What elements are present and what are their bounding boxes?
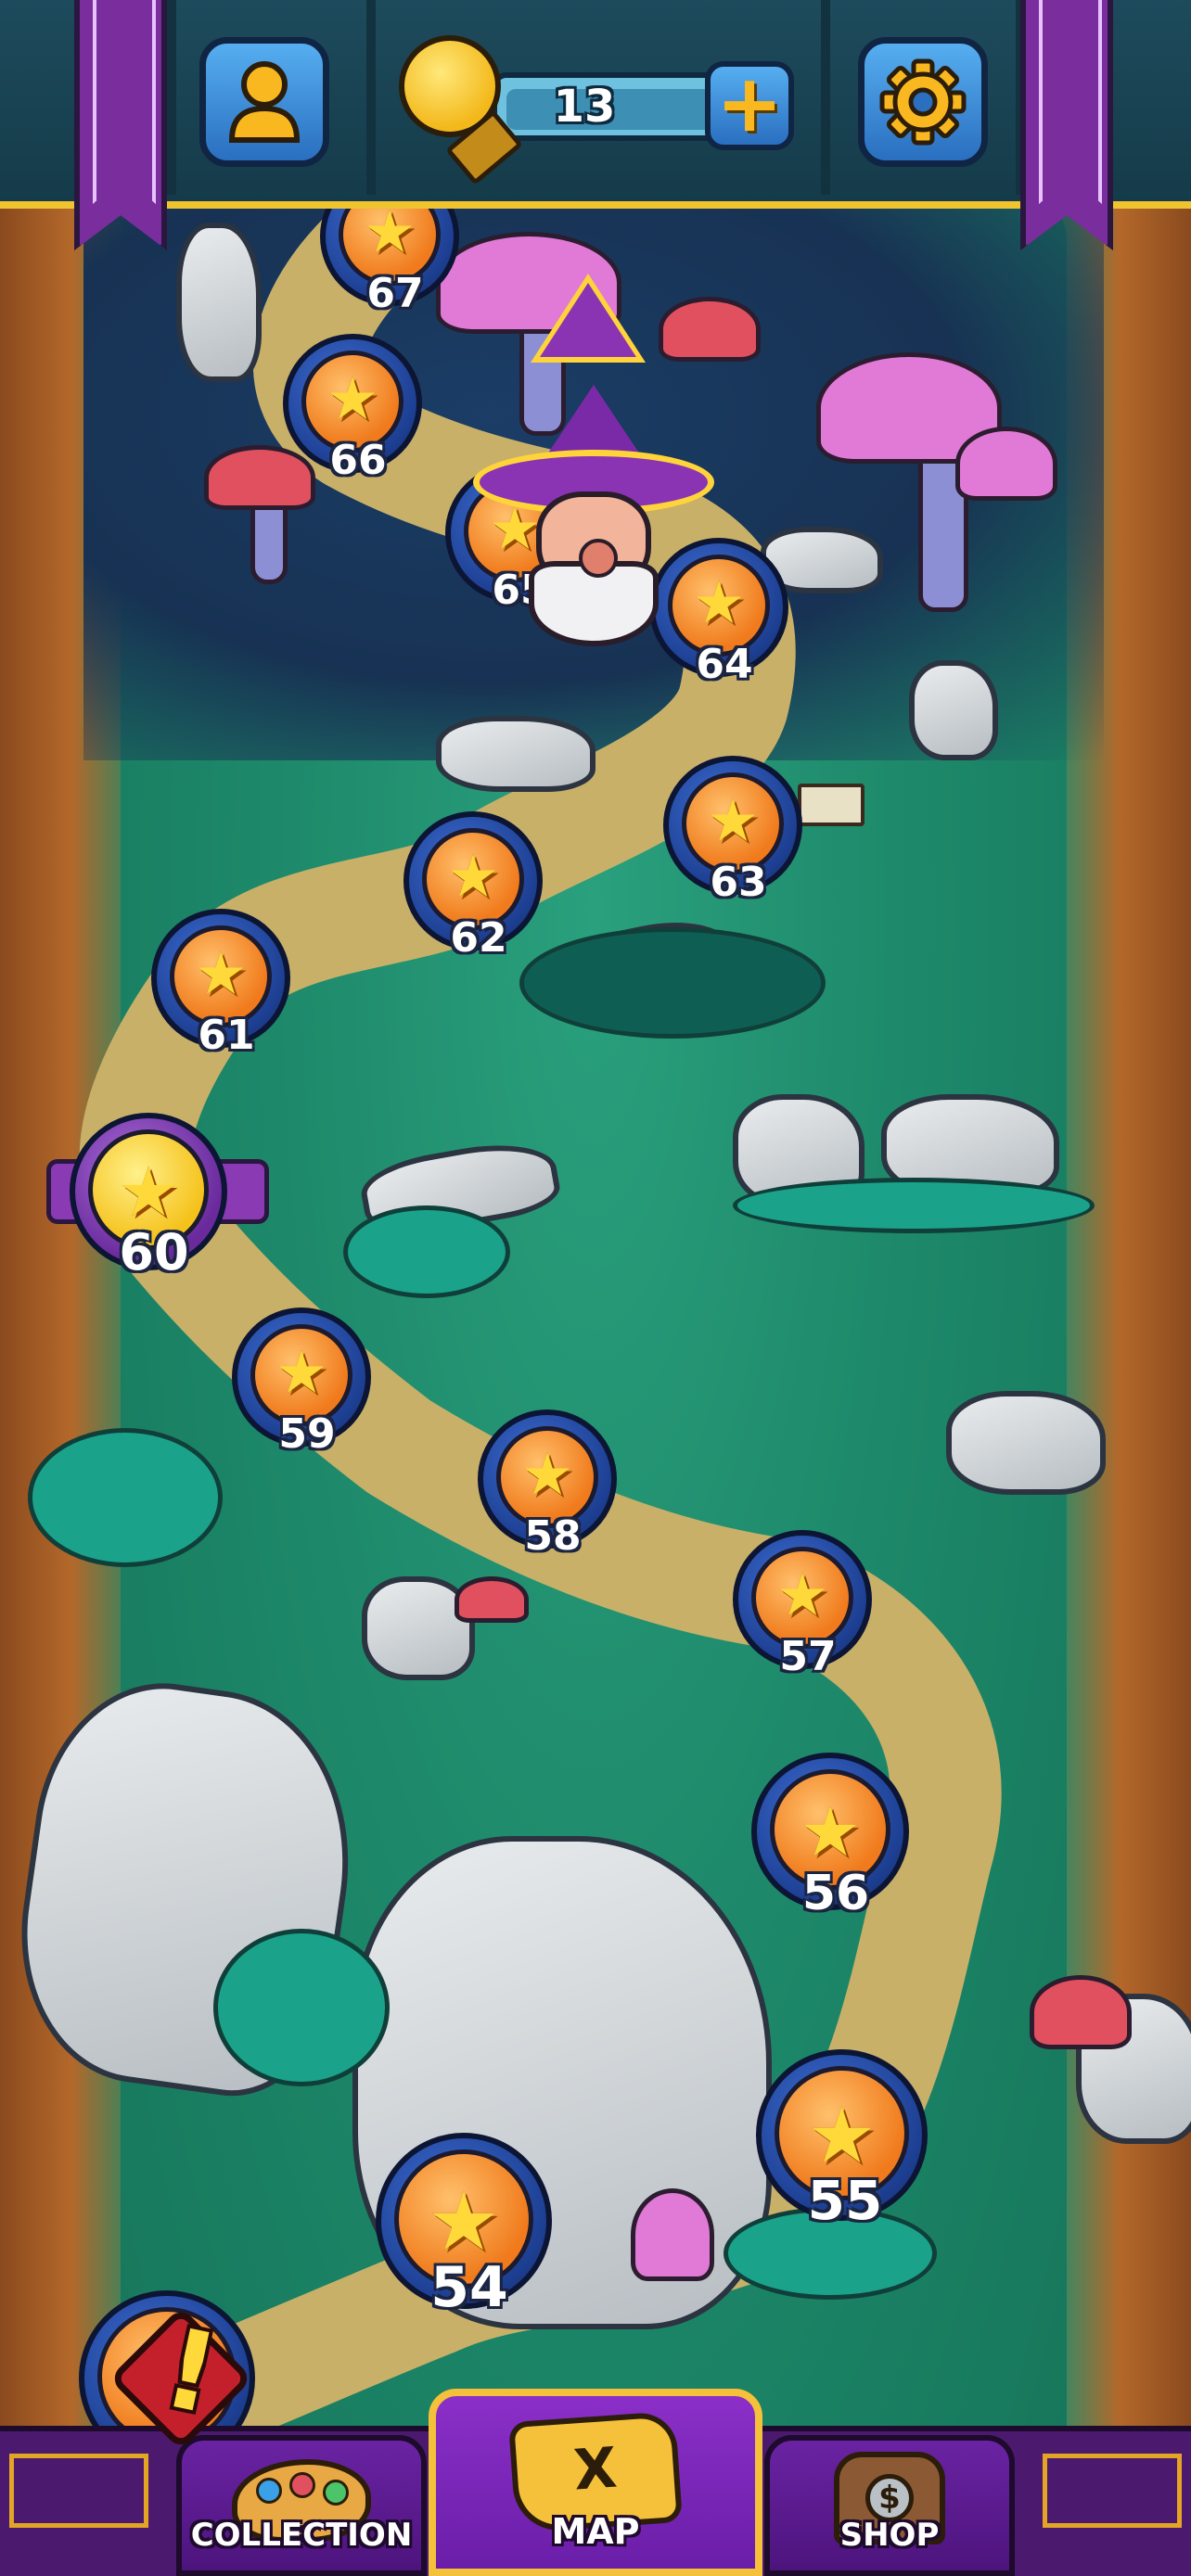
- topbar-divider: [167, 0, 176, 195]
- rock: [946, 1391, 1106, 1495]
- map-x-mark: X: [571, 2435, 620, 2504]
- star-icon: ★: [326, 365, 379, 434]
- mushroom-cap: [955, 427, 1057, 501]
- level-node-66[interactable]: ★ 66: [283, 334, 422, 484]
- rock: [909, 660, 998, 760]
- wizard-nose: [579, 539, 618, 578]
- star-icon: ★: [706, 787, 760, 856]
- level-number: 57: [779, 1633, 837, 1680]
- level-node-55[interactable]: ★ 55: [756, 2049, 928, 2232]
- level-number: 63: [710, 859, 767, 906]
- signpost: [798, 784, 864, 826]
- left-banner: [74, 0, 167, 250]
- level-number: 55: [807, 2169, 883, 2232]
- level-node-56[interactable]: ★ 56: [751, 1753, 909, 1921]
- star-icon: ★: [275, 1339, 328, 1408]
- level-number: 61: [198, 1012, 255, 1059]
- coin-lock: $: [865, 2474, 914, 2522]
- tab-collection[interactable]: COLLECTION: [176, 2435, 427, 2576]
- star-icon: ★: [520, 1441, 574, 1510]
- nav-right-frame: [1043, 2454, 1182, 2528]
- level-number: 66: [329, 437, 387, 484]
- level-node-62[interactable]: ★ 62: [403, 811, 543, 962]
- tab-shop[interactable]: $ SHOP: [764, 2435, 1015, 2576]
- profile-button[interactable]: [199, 37, 329, 167]
- bush: [213, 1929, 390, 2086]
- mushroom-cap: [631, 2188, 714, 2281]
- tab-label: COLLECTION: [190, 2517, 413, 2554]
- rock: [436, 716, 596, 792]
- star-icon: ★: [194, 940, 248, 1009]
- settings-button[interactable]: [858, 37, 988, 167]
- level-number: 58: [524, 1512, 582, 1560]
- level-map[interactable]: ★ 67 ★ 66 ★ 65 ★ 64 ★ 63 ★ 62 ★ 61 ★ 60 …: [0, 0, 1191, 2576]
- level-node-60[interactable]: ★ 60: [70, 1113, 227, 1282]
- level-number: 62: [450, 914, 507, 962]
- top-bar: 13 +: [0, 0, 1191, 209]
- level-node-59[interactable]: ★ 59: [232, 1307, 371, 1458]
- rock: [176, 223, 262, 382]
- level-node-61[interactable]: ★ 61: [151, 909, 290, 1059]
- level-number: 54: [430, 2255, 508, 2320]
- level-node-63[interactable]: ★ 63: [663, 756, 802, 906]
- gear-icon: [864, 44, 981, 160]
- current-position-marker: [540, 283, 636, 357]
- mushroom-cap: [1030, 1975, 1132, 2049]
- star-icon: ★: [775, 1562, 829, 1630]
- level-node-57[interactable]: ★ 57: [733, 1530, 872, 1680]
- add-hints-button[interactable]: +: [705, 61, 794, 150]
- bottom-navigation: COLLECTION X MAP $ SHOP: [0, 2389, 1191, 2576]
- tab-label: MAP: [551, 2511, 640, 2552]
- level-node-58[interactable]: ★ 58: [478, 1409, 617, 1560]
- level-number: 67: [366, 270, 424, 317]
- hint-count: 13: [553, 81, 616, 133]
- star-icon: ★: [446, 843, 500, 912]
- bush: [343, 1205, 510, 1298]
- level-node-54[interactable]: ★ 54: [376, 2133, 552, 2320]
- hint-counter: 13 +: [399, 35, 798, 186]
- tab-label: SHOP: [839, 2517, 940, 2554]
- person-icon: [206, 44, 323, 160]
- exclamation-icon: !: [153, 2302, 229, 2440]
- right-banner: [1020, 0, 1113, 250]
- level-number: 59: [278, 1410, 336, 1458]
- topbar-divider: [366, 0, 376, 195]
- nav-left-frame: [9, 2454, 148, 2528]
- mushroom-cap: [455, 1576, 529, 1623]
- tab-map[interactable]: X MAP: [429, 2389, 762, 2576]
- player-wizard-avatar[interactable]: [464, 274, 724, 654]
- bush: [28, 1428, 223, 1567]
- topbar-divider: [821, 0, 830, 195]
- level-number: 60: [119, 1223, 189, 1282]
- collection-alert-badge[interactable]: !: [109, 2303, 260, 2451]
- bush: [733, 1178, 1095, 1233]
- level-number: 56: [801, 1866, 870, 1921]
